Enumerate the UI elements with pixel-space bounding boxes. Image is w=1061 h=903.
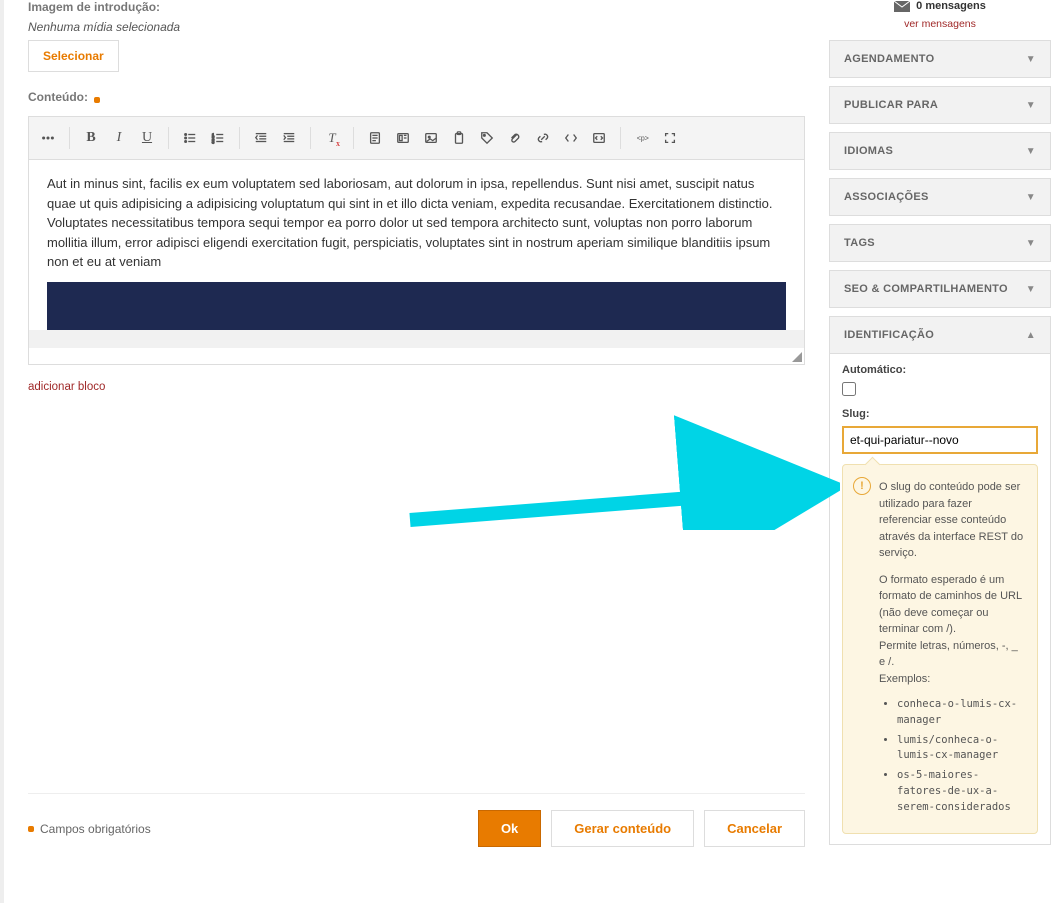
help-examples-label: Exemplos: [879, 673, 930, 685]
chevron-up-icon: ▲ [1026, 330, 1036, 341]
example-item: os-5-maiores-fatores-de-ux-a-serem-consi… [897, 768, 1025, 815]
generate-content-button[interactable]: Gerar conteúdo [551, 810, 694, 847]
code-icon[interactable] [558, 125, 584, 151]
source-icon[interactable]: <p> [629, 125, 655, 151]
svg-text:<p>: <p> [637, 136, 649, 143]
outdent-icon[interactable] [248, 125, 274, 151]
ok-button[interactable]: Ok [478, 810, 541, 847]
auto-checkbox[interactable] [842, 382, 856, 396]
indent-icon[interactable] [276, 125, 302, 151]
help-text-1: O slug do conteúdo pode ser utilizado pa… [879, 479, 1025, 562]
add-block-link[interactable]: adicionar bloco [28, 381, 105, 393]
link-icon[interactable] [530, 125, 556, 151]
required-indicator-icon [28, 826, 34, 832]
cancel-button[interactable]: Cancelar [704, 810, 805, 847]
underline-button[interactable]: U [134, 125, 160, 151]
image-icon[interactable] [418, 125, 444, 151]
tag-icon[interactable] [474, 125, 500, 151]
panel-agendamento[interactable]: AGENDAMENTO▼ [830, 41, 1050, 77]
media-icon[interactable] [390, 125, 416, 151]
view-messages-link[interactable]: ver mensagens [904, 18, 976, 30]
attachment-icon[interactable] [502, 125, 528, 151]
list-bullet-icon[interactable] [177, 125, 203, 151]
intro-image-label: Imagem de introdução: [28, 0, 805, 14]
messages-widget: 0 mensagens ver mensagens [829, 0, 1051, 30]
chevron-down-icon: ▼ [1026, 146, 1036, 157]
panel-seo[interactable]: SEO & COMPARTILHAMENTO▼ [830, 271, 1050, 307]
example-item: lumis/conheca-o-lumis-cx-manager [897, 733, 1025, 765]
document-icon[interactable] [362, 125, 388, 151]
fullscreen-icon[interactable] [657, 125, 683, 151]
help-text-2: O formato esperado é um formato de camin… [879, 574, 1022, 636]
envelope-icon [894, 1, 910, 12]
editor-content-area[interactable]: Aut in minus sint, facilis ex eum volupt… [29, 160, 804, 330]
editor-horizontal-scrollbar[interactable] [29, 330, 804, 348]
messages-count: 0 mensagens [916, 0, 986, 12]
editor-toolbar: B I U 123 T [29, 117, 804, 160]
panel-identificacao[interactable]: IDENTIFICAÇÃO▲ [830, 317, 1050, 353]
chevron-down-icon: ▼ [1026, 238, 1036, 249]
auto-label: Automático: [842, 364, 1038, 376]
slug-input[interactable] [842, 426, 1038, 454]
editor-paragraph: Aut in minus sint, facilis ex eum volupt… [47, 174, 786, 272]
bold-button[interactable]: B [78, 125, 104, 151]
editor-resize-handle[interactable] [29, 348, 804, 364]
required-indicator-icon [94, 97, 100, 103]
list-number-icon[interactable]: 123 [205, 125, 231, 151]
help-text-3: Permite letras, números, -, _ e /. [879, 640, 1018, 669]
chevron-down-icon: ▼ [1026, 284, 1036, 295]
clipboard-icon[interactable] [446, 125, 472, 151]
chevron-down-icon: ▼ [1026, 100, 1036, 111]
panel-publicar-para[interactable]: PUBLICAR PARA▼ [830, 87, 1050, 123]
clear-format-button[interactable]: T [319, 125, 345, 151]
svg-text:3: 3 [212, 139, 215, 144]
panel-idiomas[interactable]: IDIOMAS▼ [830, 133, 1050, 169]
required-fields-label: Campos obrigatórios [40, 822, 151, 836]
rich-text-editor: B I U 123 T [28, 116, 805, 365]
slug-help-box: O slug do conteúdo pode ser utilizado pa… [842, 464, 1038, 834]
panel-tags[interactable]: TAGS▼ [830, 225, 1050, 261]
embed-icon[interactable] [586, 125, 612, 151]
slug-label: Slug: [842, 408, 1038, 420]
italic-button[interactable]: I [106, 125, 132, 151]
editor-block-element [47, 282, 786, 331]
more-icon[interactable] [35, 125, 61, 151]
intro-image-status: Nenhuma mídia selecionada [28, 20, 805, 34]
example-item: conheca-o-lumis-cx-manager [897, 697, 1025, 729]
panel-associacoes[interactable]: ASSOCIAÇÕES▼ [830, 179, 1050, 215]
select-media-button[interactable]: Selecionar [28, 40, 119, 72]
chevron-down-icon: ▼ [1026, 192, 1036, 203]
chevron-down-icon: ▼ [1026, 54, 1036, 65]
content-label: Conteúdo: [28, 90, 88, 104]
